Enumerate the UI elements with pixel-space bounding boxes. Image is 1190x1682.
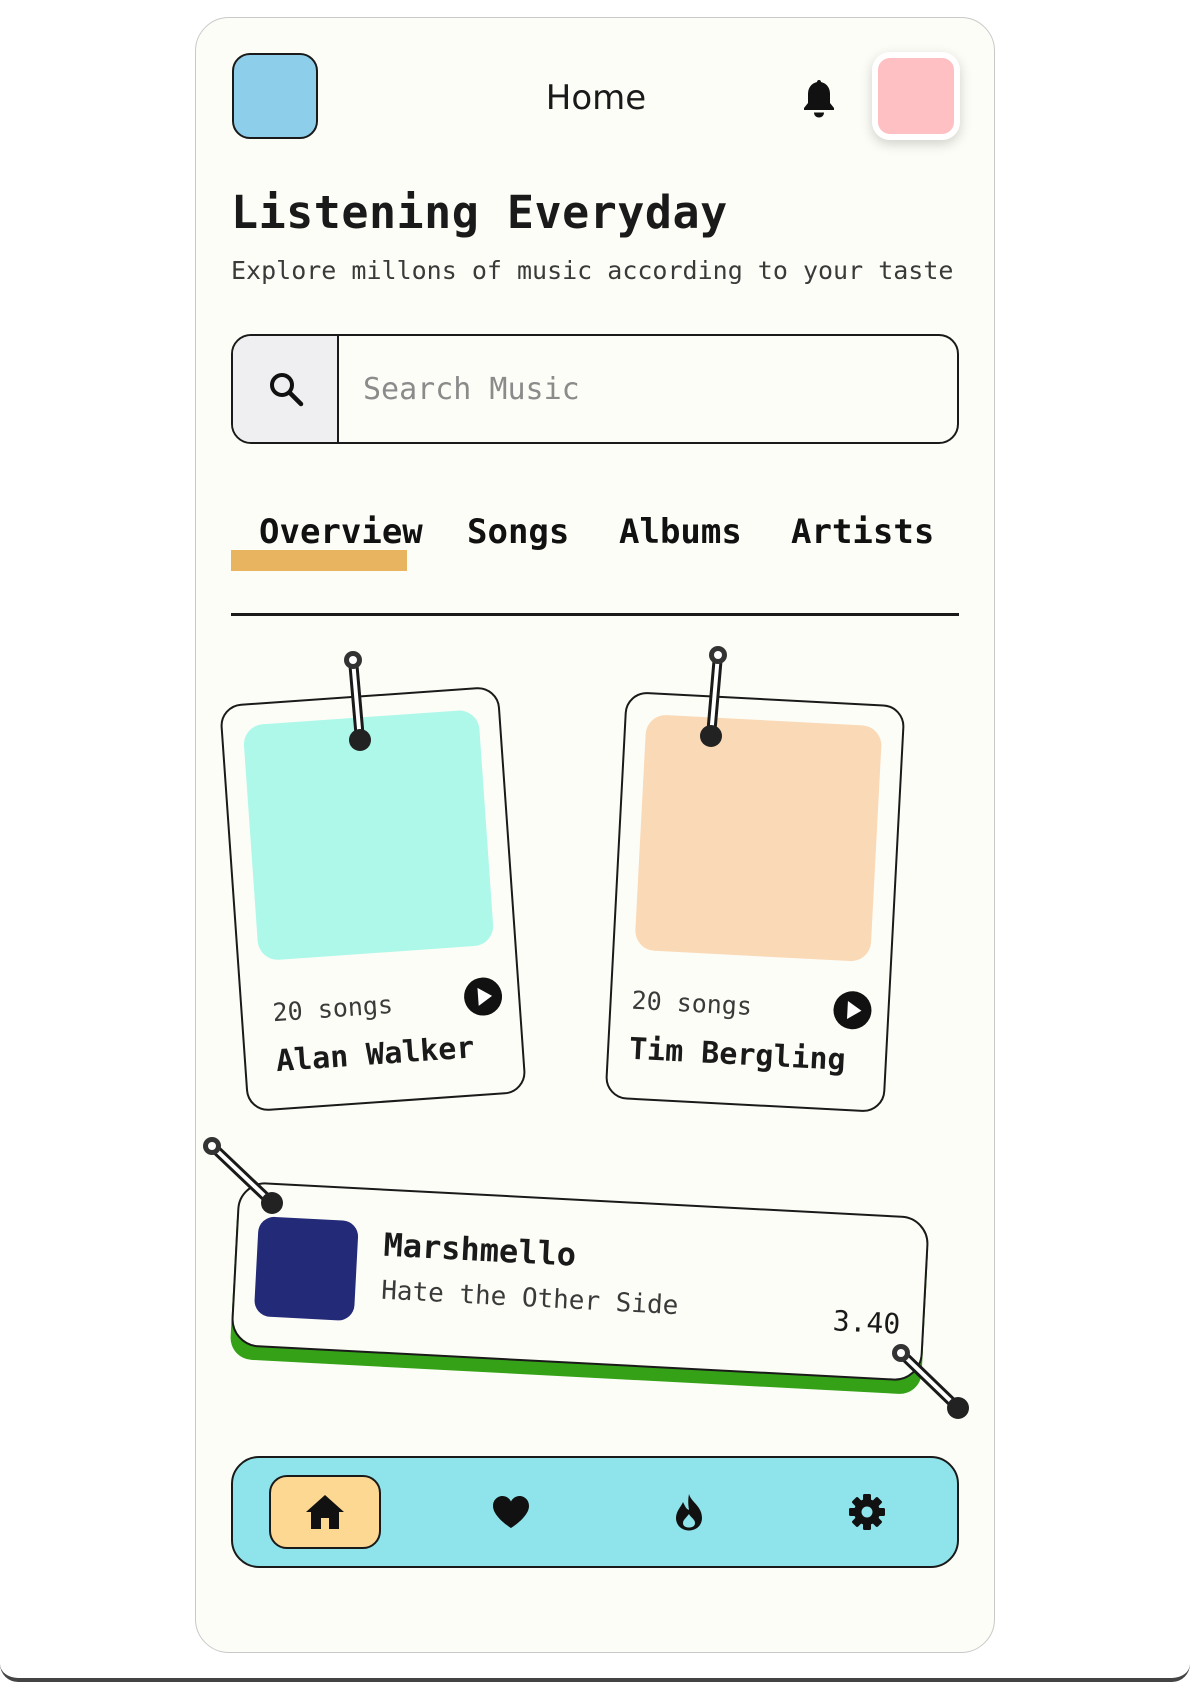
heart-icon <box>493 1496 529 1528</box>
nav-home[interactable] <box>269 1475 381 1549</box>
pin-decoration <box>203 1137 969 1419</box>
nav-trending[interactable] <box>633 1475 745 1549</box>
nav-settings[interactable] <box>811 1475 923 1549</box>
gear-icon <box>849 1494 885 1530</box>
app-screen: Home Listening Everyday Explore millons … <box>195 17 995 1653</box>
nav-favorites[interactable] <box>455 1475 567 1549</box>
bottom-nav <box>231 1456 959 1568</box>
fire-icon <box>676 1494 702 1531</box>
home-icon <box>306 1495 344 1529</box>
